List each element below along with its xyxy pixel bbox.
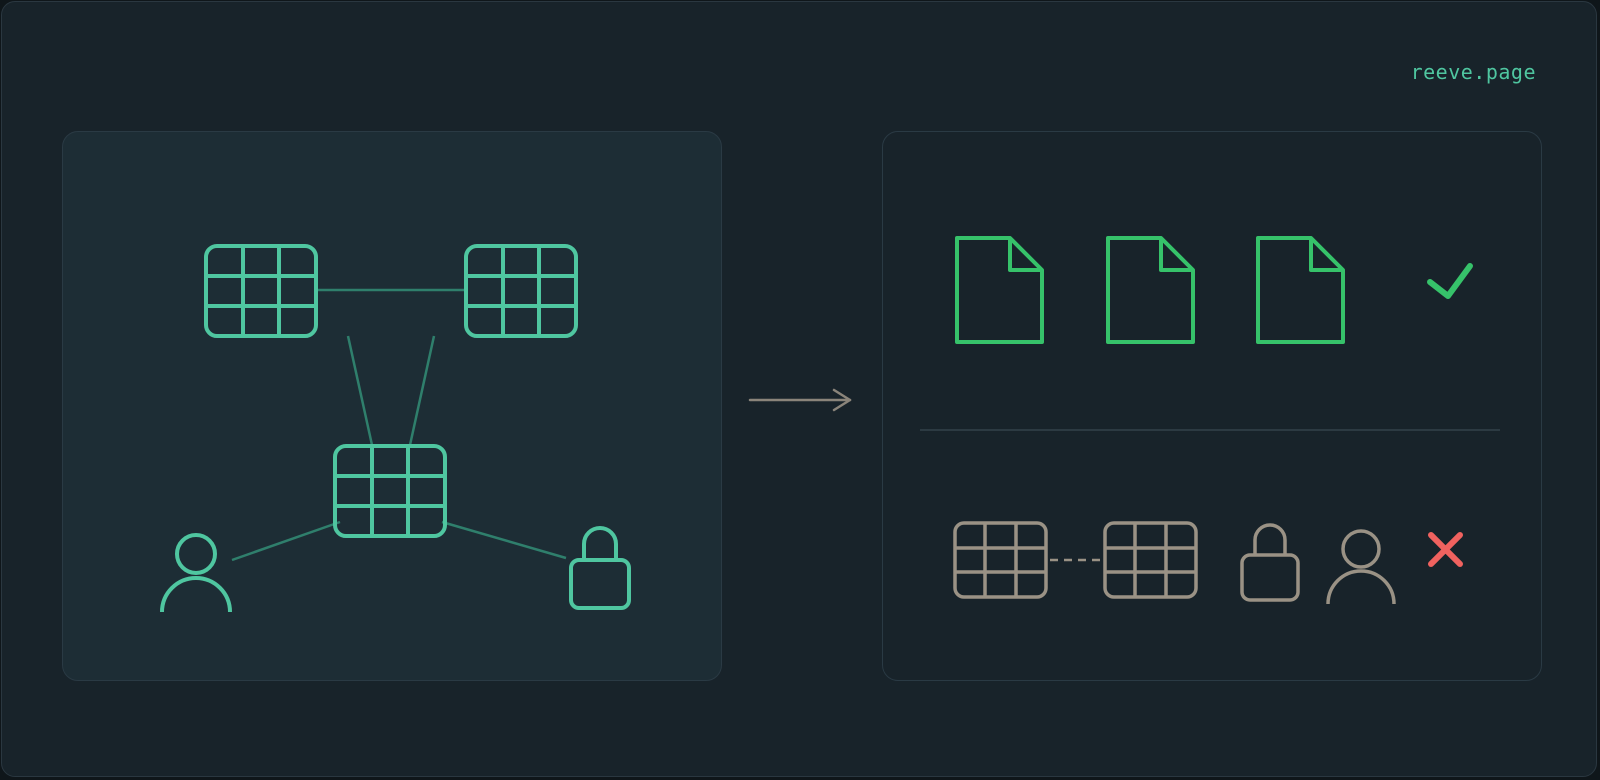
document-icon (955, 236, 1044, 344)
connection-line (231, 520, 341, 562)
document-icon (1106, 236, 1195, 344)
connections (231, 288, 567, 562)
table-icon (1103, 521, 1198, 599)
table-icon (204, 244, 318, 338)
table-icon (953, 521, 1048, 599)
connection-line (346, 335, 374, 446)
document-icon (1256, 236, 1345, 344)
connection-line (408, 335, 436, 446)
lock-icon (1240, 523, 1300, 602)
table-icon (464, 244, 578, 338)
user-icon (160, 533, 232, 613)
arrow-right-icon (748, 388, 852, 412)
lock-icon (569, 526, 631, 610)
checkmark-icon (1427, 263, 1473, 299)
diagram-illustration (160, 236, 1500, 613)
user-icon (1326, 529, 1396, 605)
cross-icon (1428, 532, 1463, 567)
table-icon (333, 444, 447, 538)
connection-line (441, 520, 567, 560)
